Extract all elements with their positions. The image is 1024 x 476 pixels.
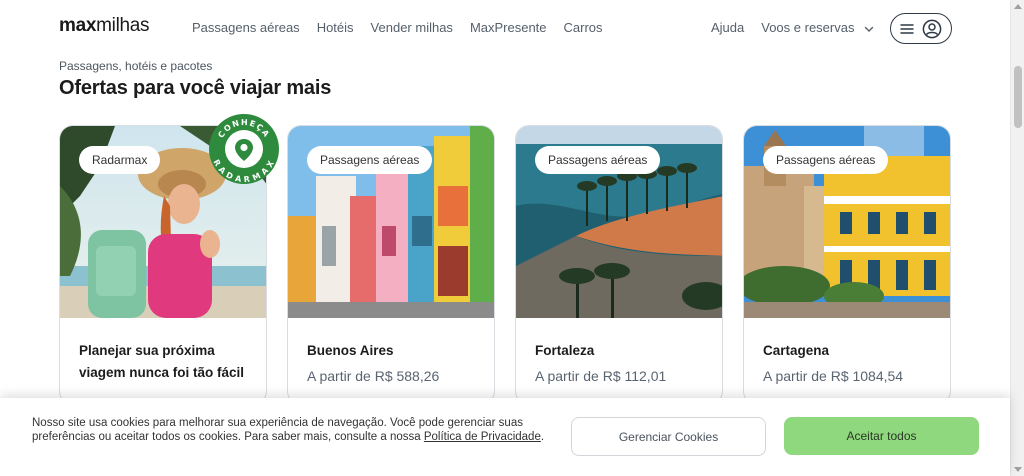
card-tag: Passagens aéreas [535,146,661,174]
card-tag: Passagens aéreas [763,146,889,174]
main-nav: Passagens aéreas Hotéis Vender milhas Ma… [192,20,620,35]
nav-maxpresente[interactable]: MaxPresente [470,20,547,35]
chevron-down-icon [864,26,874,32]
trips-dropdown[interactable]: Voos e reservas [761,20,874,35]
privacy-policy-link[interactable]: Política de Privacidade [424,431,541,443]
nav-passagens-aereas[interactable]: Passagens aéreas [192,20,300,35]
section-eyebrow: Passagens, hotéis e pacotes [59,59,213,73]
right-nav: Ajuda Voos e reservas [711,20,874,35]
offer-card-buenos-aires[interactable]: Passagens aéreas Buenos Aires A partir d… [287,125,495,405]
logo-regular-text: milhas [96,15,150,36]
cookie-banner: Nosso site usa cookies para melhorar sua… [0,398,1010,476]
card-body: Planejar sua próxima viagem nunca foi tã… [60,318,266,384]
offer-card-cartagena[interactable]: Passagens aéreas Cartagena A partir de R… [743,125,951,405]
hamburger-icon [900,23,914,34]
card-title: Fortaleza [535,343,595,358]
scroll-up-arrow-icon[interactable] [1014,4,1022,9]
nav-hoteis[interactable]: Hotéis [317,20,354,35]
card-price: A partir de R$ 588,26 [307,368,440,384]
card-body: Cartagena A partir de R$ 1084,54 [744,318,950,384]
nav-carros[interactable]: Carros [564,20,603,35]
offer-card-radarmax[interactable]: Radarmax CONHEÇA RADARMAX Planejar sua p… [59,114,279,405]
section-title: Ofertas para você viajar mais [59,77,332,99]
top-header: maxmilhas Passagens aéreas Hotéis Vender… [0,0,1010,56]
logo-bold-text: max [59,15,97,36]
card-price: A partir de R$ 1084,54 [763,368,904,384]
user-icon [922,19,942,38]
card-title: Planejar sua próxima viagem nunca foi tã… [79,343,245,380]
manage-cookies-button[interactable]: Gerenciar Cookies [571,417,766,456]
card-tag: Passagens aéreas [307,146,433,174]
nav-vender-milhas[interactable]: Vender milhas [371,20,453,35]
account-menu-button[interactable] [890,13,952,44]
conheca-radarmax-badge[interactable]: CONHEÇA RADARMAX [208,113,280,185]
accept-all-cookies-button[interactable]: Aceitar todos [784,417,979,455]
maxmilhas-logo[interactable]: maxmilhas [59,15,150,37]
offers-carousel: Radarmax CONHEÇA RADARMAX Planejar sua p… [59,114,951,405]
help-link[interactable]: Ajuda [711,20,744,35]
card-price: A partir de R$ 112,01 [535,368,667,384]
scrollbar-thumb[interactable] [1014,66,1022,128]
card-title: Cartagena [763,343,830,358]
cookie-message: Nosso site usa cookies para melhorar sua… [32,417,556,444]
cookie-text-end: . [540,430,545,443]
card-title: Buenos Aires [307,343,394,358]
card-body: Fortaleza A partir de R$ 112,01 [516,318,722,384]
card-tag: Radarmax [79,146,161,174]
trips-label: Voos e reservas [761,20,855,35]
page-scrollbar[interactable] [1010,0,1024,476]
card-body: Buenos Aires A partir de R$ 588,26 [288,318,494,384]
scroll-down-arrow-icon[interactable] [1014,467,1022,472]
offer-card-fortaleza[interactable]: Passagens aéreas Fortaleza A partir de R… [515,125,723,405]
